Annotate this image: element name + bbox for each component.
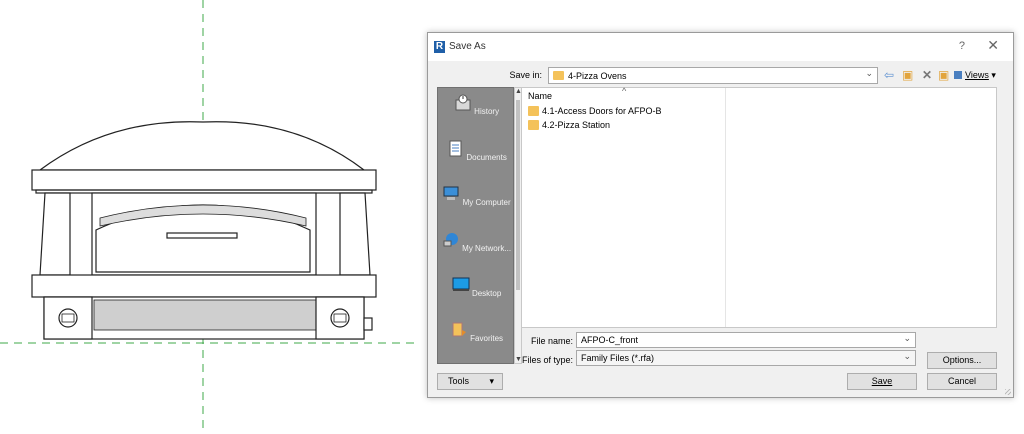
- sort-ascending-icon: ^: [622, 86, 627, 96]
- computer-icon: [443, 186, 459, 200]
- up-folder-icon[interactable]: ▣: [902, 67, 913, 83]
- file-name-value: AFPO-C_front: [581, 335, 639, 345]
- oven-grill: [93, 299, 317, 331]
- save-in-label: Save in:: [509, 70, 542, 80]
- place-history[interactable]: History: [438, 94, 515, 116]
- options-button[interactable]: Options...: [927, 352, 997, 369]
- place-favorites[interactable]: Favorites: [438, 321, 515, 343]
- save-button[interactable]: Save: [847, 373, 917, 390]
- place-my-network[interactable]: My Network...: [438, 231, 515, 253]
- save-in-value: 4-Pizza Ovens: [568, 71, 627, 81]
- place-label: Documents: [466, 153, 507, 162]
- back-arrow-icon[interactable]: ⇦: [884, 67, 894, 83]
- new-folder-icon[interactable]: ▣: [938, 67, 949, 83]
- help-button[interactable]: ?: [959, 40, 965, 52]
- chevron-down-icon: ⌄: [865, 68, 873, 78]
- place-label: My Computer: [462, 198, 511, 207]
- place-desktop[interactable]: Desktop: [438, 276, 515, 298]
- file-name-input[interactable]: AFPO-C_front ⌄: [576, 332, 916, 348]
- chevron-down-icon[interactable]: ⌄: [903, 351, 911, 362]
- folder-icon: [553, 71, 564, 80]
- documents-icon: [449, 140, 462, 157]
- desktop-icon: [452, 277, 470, 291]
- tools-button[interactable]: Tools ▾: [437, 373, 503, 390]
- place-documents[interactable]: Documents: [438, 140, 515, 162]
- places-bar: History Documents My Computer My Network…: [437, 87, 514, 364]
- tools-label: Tools: [448, 376, 470, 386]
- favorites-icon: [452, 322, 466, 337]
- file-name: 4.2-Pizza Station: [542, 120, 611, 130]
- place-label: Favorites: [470, 334, 504, 343]
- cancel-button[interactable]: Cancel: [927, 373, 997, 390]
- pizza-oven-drawing: [31, 121, 377, 340]
- place-my-computer[interactable]: My Computer: [438, 185, 515, 207]
- resize-grip-icon[interactable]: [1005, 389, 1011, 395]
- column-header-name[interactable]: Name: [528, 91, 552, 101]
- delete-icon[interactable]: ✕: [922, 67, 932, 83]
- views-button[interactable]: Views ▾: [954, 67, 996, 83]
- left-pillar: [39, 192, 71, 276]
- oven-base-slab: [31, 274, 377, 298]
- place-label: Desktop: [471, 289, 502, 298]
- drawing-canvas[interactable]: [0, 0, 420, 434]
- views-icon: [954, 71, 962, 79]
- dropdown-arrow-icon: ▾: [489, 376, 494, 386]
- place-label: History: [474, 107, 500, 116]
- file-type-select[interactable]: Family Files (*.rfa) ⌄: [576, 350, 916, 366]
- revit-app-icon: R: [434, 41, 445, 53]
- oven-door-handle: [166, 232, 238, 239]
- chevron-down-icon[interactable]: ⌄: [903, 333, 911, 344]
- title-bar[interactable]: R Save As ? ✕: [428, 33, 1013, 61]
- column-divider: [725, 88, 726, 327]
- oven-dome: [38, 121, 366, 171]
- scroll-thumb[interactable]: [516, 100, 520, 290]
- oven-top-slab: [31, 169, 377, 191]
- place-label: My Network...: [462, 244, 512, 253]
- list-item[interactable]: 4.1-Access Doors for AFPO-B: [528, 106, 662, 119]
- save-in-combo[interactable]: 4-Pizza Ovens ⌄: [548, 67, 878, 84]
- file-name: 4.1-Access Doors for AFPO-B: [542, 106, 662, 116]
- gas-connector: [363, 317, 373, 331]
- folder-icon: [528, 120, 539, 130]
- save-label: Save: [871, 376, 893, 386]
- network-icon: [443, 233, 458, 247]
- folder-icon: [528, 106, 539, 116]
- right-pillar: [339, 192, 371, 276]
- file-list[interactable]: ^ Name 4.1-Access Doors for AFPO-B 4.2-P…: [521, 86, 997, 328]
- file-type-value: Family Files (*.rfa): [581, 353, 655, 363]
- file-name-label: File name:: [530, 336, 573, 346]
- close-button[interactable]: ✕: [987, 37, 999, 54]
- file-type-label: Files of type:: [521, 355, 573, 365]
- views-label: Views: [965, 70, 989, 80]
- dialog-title: Save As: [449, 41, 486, 52]
- list-item[interactable]: 4.2-Pizza Station: [528, 120, 610, 133]
- history-icon: [455, 94, 471, 111]
- save-as-dialog: R Save As ? ✕ Save in: 4-Pizza Ovens ⌄ ⇦…: [427, 32, 1014, 398]
